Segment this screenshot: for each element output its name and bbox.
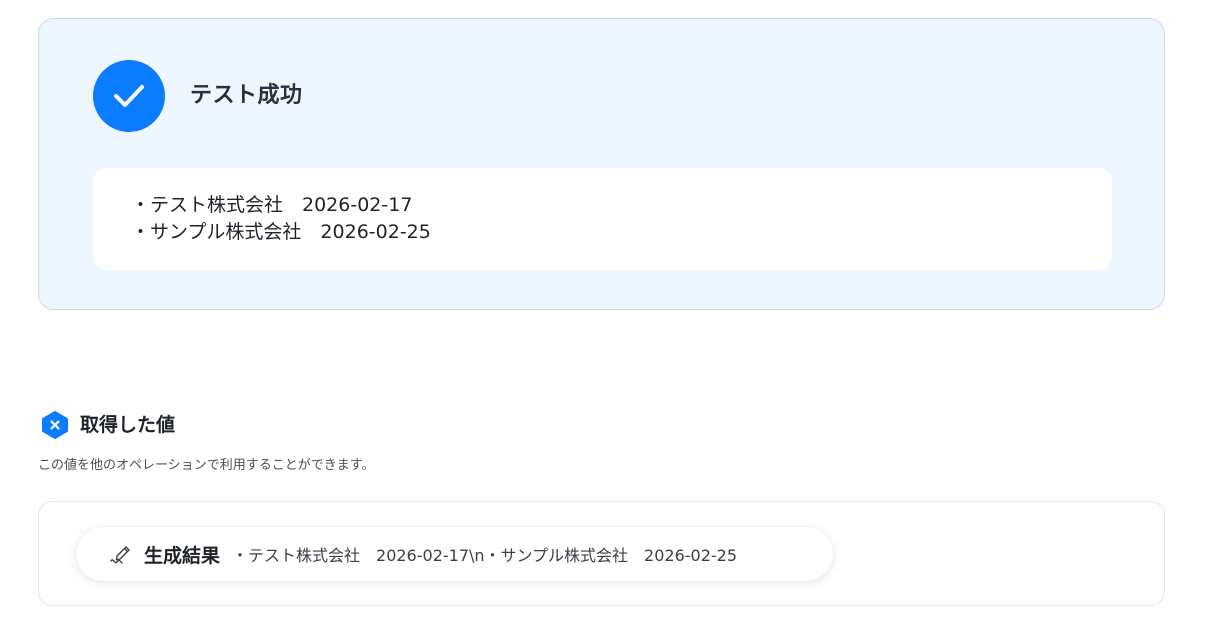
section-description: この値を他のオペレーションで利用することができます。: [38, 458, 375, 473]
test-result-output: ・テスト株式会社 2026-02-17 ・サンプル株式会社 2026-02-25: [93, 168, 1112, 270]
result-line: ・テスト株式会社 2026-02-17: [131, 194, 413, 216]
variable-hexagon-icon: [42, 411, 68, 439]
test-result-card: テスト成功 ・テスト株式会社 2026-02-17 ・サンプル株式会社 2026…: [38, 18, 1165, 310]
acquired-values-header: 取得した値: [40, 410, 175, 440]
chip-value: ・テスト株式会社 2026-02-17\n・サンプル株式会社 2026-02-2…: [232, 546, 738, 565]
pen-signature-icon: [110, 546, 130, 564]
chip-label: 生成結果: [144, 544, 221, 567]
section-title: 取得した値: [80, 414, 176, 436]
result-line: ・サンプル株式会社 2026-02-25: [131, 221, 431, 243]
generated-result-chip[interactable]: 生成結果 ・テスト株式会社 2026-02-17\n・サンプル株式会社 2026…: [76, 527, 833, 581]
acquired-values-box: 生成結果 ・テスト株式会社 2026-02-17\n・サンプル株式会社 2026…: [38, 501, 1165, 606]
success-check-icon: [93, 60, 165, 132]
success-title: テスト成功: [190, 83, 303, 108]
